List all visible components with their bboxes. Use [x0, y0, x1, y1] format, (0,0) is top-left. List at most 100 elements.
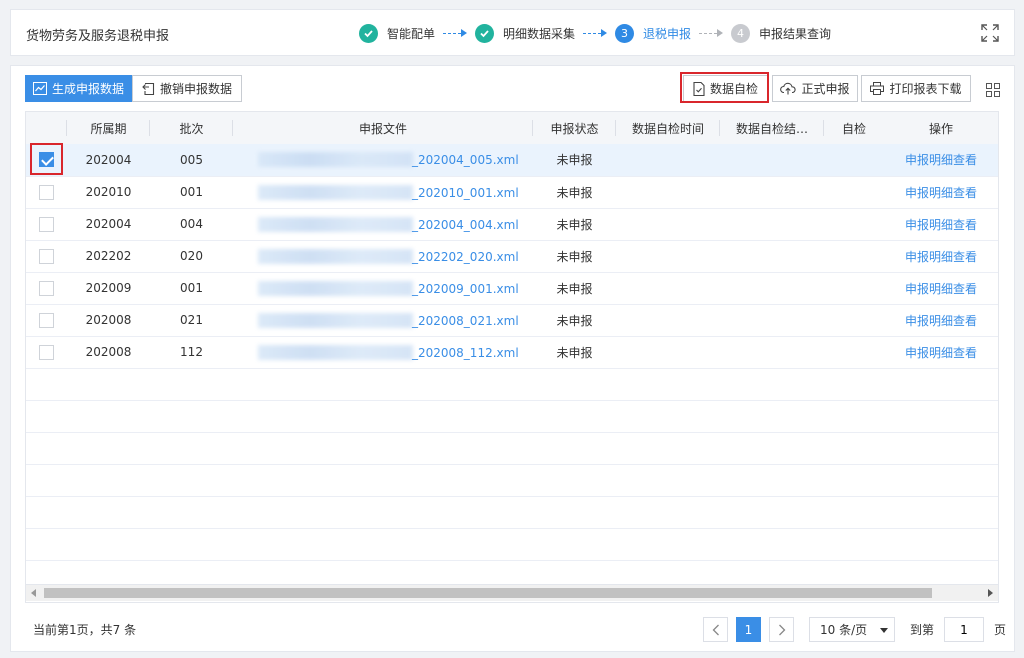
- view-detail-link[interactable]: 申报明细查看: [905, 282, 977, 296]
- undo-doc-icon: [142, 82, 155, 95]
- action-cell: 申报明细查看: [882, 336, 998, 369]
- check-result-cell: [720, 240, 824, 273]
- checkbox-highlight: [30, 143, 63, 175]
- scroll-right-icon[interactable]: [988, 589, 993, 597]
- step-4-label: 申报结果查询: [759, 26, 832, 41]
- file-cell: _202010_001.xml: [233, 176, 533, 209]
- caret-down-icon: [880, 628, 888, 633]
- scroll-left-icon[interactable]: [31, 589, 36, 597]
- table-row[interactable]: 202010 001 _202010_001.xml 未申报 申报明细查看: [26, 176, 998, 209]
- row-checkbox[interactable]: [39, 216, 54, 232]
- row-checkbox-cell[interactable]: [26, 304, 67, 337]
- self-check-cell: [824, 144, 882, 177]
- check-time-cell: [616, 240, 720, 273]
- row-checkbox[interactable]: [39, 280, 54, 296]
- redacted-filename: [258, 184, 413, 200]
- fullscreen-icon[interactable]: [981, 24, 999, 42]
- file-link[interactable]: _202010_001.xml: [412, 186, 519, 200]
- chart-icon: [32, 82, 47, 95]
- row-checkbox-cell[interactable]: [26, 176, 67, 209]
- step-1[interactable]: 智能配单: [359, 23, 435, 43]
- period-cell: 202202: [67, 240, 150, 273]
- print-report-button[interactable]: 打印报表下载: [861, 75, 971, 102]
- row-checkbox-cell[interactable]: [26, 208, 67, 241]
- page-size-select[interactable]: 10 条/页: [809, 617, 895, 642]
- view-detail-link[interactable]: 申报明细查看: [905, 250, 977, 264]
- row-checkbox[interactable]: [39, 312, 54, 328]
- table-row[interactable]: 202004 005 _202004_005.xml 未申报 申报明细查看: [26, 144, 998, 177]
- row-checkbox[interactable]: [39, 184, 54, 200]
- table-row[interactable]: 202008 112 _202008_112.xml 未申报 申报明细查看: [26, 336, 998, 369]
- row-checkbox[interactable]: [39, 248, 54, 264]
- empty-row: [26, 528, 998, 561]
- row-checkbox-cell[interactable]: [26, 240, 67, 273]
- header-batch[interactable]: 批次: [150, 112, 233, 144]
- goto-page-input[interactable]: [944, 617, 984, 642]
- file-link[interactable]: _202004_005.xml: [412, 153, 519, 167]
- header-status[interactable]: 申报状态: [533, 112, 616, 144]
- table-row[interactable]: 202202 020 _202202_020.xml 未申报 申报明细查看: [26, 240, 998, 273]
- period-cell: 202004: [67, 208, 150, 241]
- check-time-cell: [616, 304, 720, 337]
- check-result-cell: [720, 208, 824, 241]
- row-checkbox-cell[interactable]: [26, 336, 67, 369]
- view-detail-link[interactable]: 申报明细查看: [905, 346, 977, 360]
- step-2[interactable]: 明细数据采集: [475, 23, 576, 43]
- generate-data-label: 生成申报数据: [51, 82, 124, 96]
- file-link[interactable]: _202004_004.xml: [412, 218, 519, 232]
- action-cell: 申报明细查看: [882, 240, 998, 273]
- self-check-cell: [824, 272, 882, 305]
- revoke-data-button[interactable]: 撤销申报数据: [132, 75, 242, 102]
- batch-cell: 001: [150, 176, 233, 209]
- page-size-value: 10 条/页: [820, 623, 868, 637]
- prev-page-button[interactable]: [703, 617, 728, 642]
- file-link[interactable]: _202008_112.xml: [412, 346, 519, 360]
- view-detail-link[interactable]: 申报明细查看: [905, 314, 977, 328]
- step-2-label: 明细数据采集: [503, 26, 576, 41]
- next-page-button[interactable]: [769, 617, 794, 642]
- page-1-button[interactable]: 1: [736, 617, 761, 642]
- check-time-cell: [616, 144, 720, 177]
- header-period[interactable]: 所属期: [67, 112, 150, 144]
- action-cell: 申报明细查看: [882, 144, 998, 177]
- check-result-cell: [720, 272, 824, 305]
- file-link[interactable]: _202008_021.xml: [412, 314, 519, 328]
- step-arrow-icon: [583, 29, 608, 37]
- status-cell: 未申报: [533, 144, 616, 177]
- horizontal-scrollbar[interactable]: [26, 584, 998, 601]
- view-detail-link[interactable]: 申报明细查看: [905, 218, 977, 232]
- scrollbar-thumb[interactable]: [44, 588, 932, 598]
- view-detail-link[interactable]: 申报明细查看: [905, 186, 977, 200]
- check-result-cell: [720, 176, 824, 209]
- header-check-result[interactable]: 数据自检结…: [720, 112, 824, 144]
- row-checkbox-cell[interactable]: [26, 272, 67, 305]
- check-icon: [475, 23, 495, 43]
- header-select: [26, 112, 67, 144]
- action-cell: 申报明细查看: [882, 176, 998, 209]
- revoke-data-label: 撤销申报数据: [159, 82, 232, 96]
- declaration-table: 所属期 批次 申报文件 申报状态 数据自检时间 数据自检结… 自检 操作 202…: [25, 111, 999, 603]
- batch-cell: 004: [150, 208, 233, 241]
- step-3[interactable]: 3 退税申报: [615, 23, 691, 43]
- progress-steps: 智能配单 明细数据采集 3 退税申报 4 申报结果查询: [359, 23, 831, 43]
- empty-row: [26, 400, 998, 433]
- step-4[interactable]: 4 申报结果查询: [731, 23, 832, 43]
- formal-declare-button[interactable]: 正式申报: [772, 75, 858, 102]
- file-link[interactable]: _202009_001.xml: [412, 282, 519, 296]
- empty-row: [26, 368, 998, 401]
- step-arrow-icon: [699, 29, 724, 37]
- table-row[interactable]: 202004 004 _202004_004.xml 未申报 申报明细查看: [26, 208, 998, 241]
- header-check-time[interactable]: 数据自检时间: [616, 112, 720, 144]
- file-link[interactable]: _202202_020.xml: [412, 250, 519, 264]
- row-checkbox[interactable]: [39, 344, 54, 360]
- view-detail-link[interactable]: 申报明细查看: [905, 153, 977, 167]
- header-self-check[interactable]: 自检: [824, 112, 882, 144]
- check-time-cell: [616, 272, 720, 305]
- generate-data-button[interactable]: 生成申报数据: [25, 75, 132, 102]
- column-settings-icon[interactable]: [986, 83, 1000, 97]
- empty-row: [26, 496, 998, 529]
- table-row[interactable]: 202008 021 _202008_021.xml 未申报 申报明细查看: [26, 304, 998, 337]
- table-row[interactable]: 202009 001 _202009_001.xml 未申报 申报明细查看: [26, 272, 998, 305]
- check-time-cell: [616, 336, 720, 369]
- header-file[interactable]: 申报文件: [233, 112, 533, 144]
